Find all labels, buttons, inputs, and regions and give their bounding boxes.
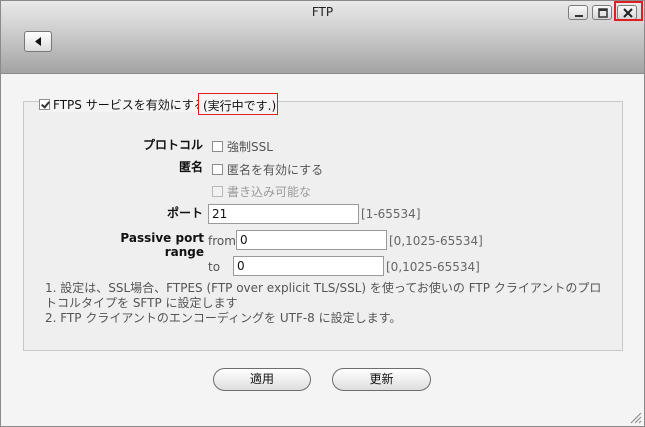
ftps-enable-label: FTPS サービスを有効にする [53,97,206,112]
force-ssl-option[interactable]: 強制SSL [212,138,273,155]
anonymous-writable-checkbox[interactable] [212,186,223,197]
minimize-button[interactable] [568,5,588,20]
port-range-hint: [1-65534] [361,207,421,221]
maximize-button[interactable] [592,5,612,20]
title-bar: FTP [1,1,644,74]
window-title: FTP [311,5,334,19]
ftps-status-text: (実行中です.) [203,99,277,113]
anonymous-enable-checkbox[interactable] [212,164,223,175]
port-label: ポート [166,206,203,220]
passive-from-range-hint: [0,1025-65534] [389,234,483,248]
anonymous-writable-option[interactable]: 書き込み可能な [212,183,311,200]
anonymous-writable-label: 書き込み可能な [227,185,312,199]
passive-to-label: to [208,260,221,274]
note-1: 1. 設定は、SSL場合、FTPES (FTP over explicit TL… [45,281,602,310]
notes: 1. 設定は、SSL場合、FTPES (FTP over explicit TL… [45,281,610,326]
minimize-icon [575,15,583,17]
note-2: 2. FTP クライアントのエンコーディングを UTF-8 に設定します。 [45,311,402,325]
back-button[interactable] [24,31,52,52]
maximize-icon [598,8,608,18]
passive-from-label: from [208,234,236,248]
back-arrow-icon [35,37,41,46]
anonymous-enable-option[interactable]: 匿名を有効にする [212,161,323,178]
port-input[interactable] [208,204,359,224]
close-highlight-box [614,1,643,21]
passive-port-range-label: Passive port range [120,231,204,259]
force-ssl-label: 強制SSL [227,140,273,154]
ftps-enable-checkbox[interactable] [39,98,50,110]
passive-to-input[interactable] [233,256,384,276]
ftps-enable-row[interactable]: FTPS サービスを有効にする [39,96,208,112]
ftp-window: FTP FTPS サービスを有効にする (実行中です.) プロトコル 強制SSL… [0,0,645,427]
anonymous-label: 匿名 [178,160,203,174]
anonymous-enable-label: 匿名を有効にする [227,163,324,177]
force-ssl-checkbox[interactable] [212,141,223,152]
passive-from-input[interactable] [236,230,387,250]
apply-button[interactable]: 適用 [213,368,311,391]
passive-to-range-hint: [0,1025-65534] [386,260,480,274]
resize-grip-icon[interactable] [630,412,642,424]
protocol-label: プロトコル [142,138,203,152]
refresh-button[interactable]: 更新 [332,368,431,391]
